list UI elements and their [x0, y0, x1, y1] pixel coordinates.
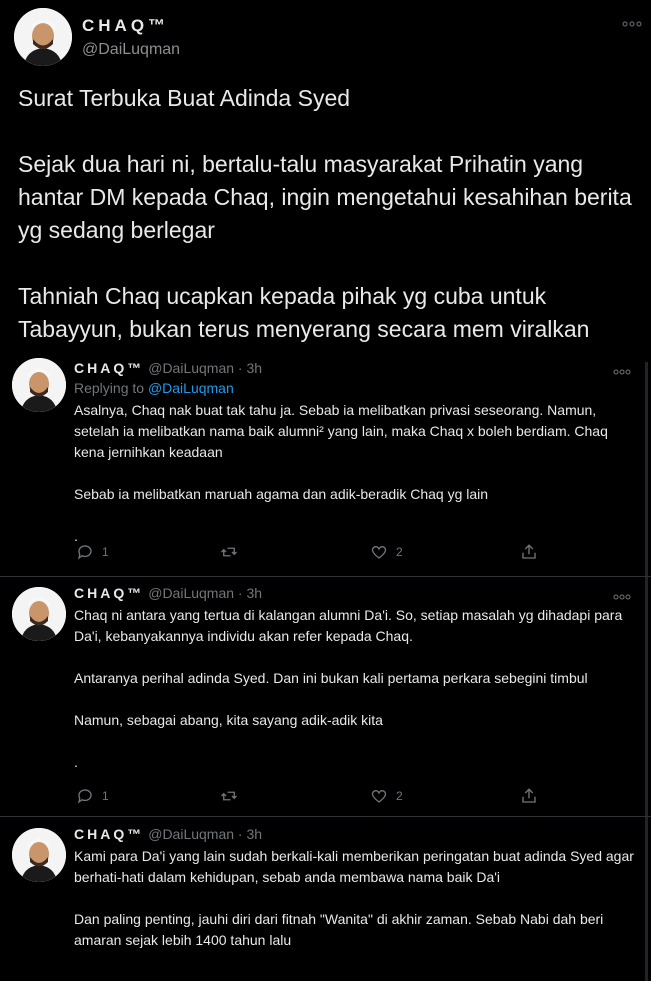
reply-avatar[interactable] [12, 587, 66, 641]
reply-paragraph: Asalnya, Chaq nak buat tak tahu ja. Seba… [74, 402, 608, 460]
main-tweet-header: CHAQ™ @DaiLuqman [14, 8, 644, 68]
more-dots-icon[interactable] [622, 14, 642, 30]
like-button[interactable]: 2 [370, 787, 403, 805]
reply-author-name[interactable]: CHAQ™ [74, 360, 144, 376]
reply-author-name[interactable]: CHAQ™ [74, 826, 144, 842]
reply-paragraph: . [74, 754, 78, 770]
reply-meta: @DaiLuqman · 3h [148, 826, 263, 842]
reply-paragraph: Chaq ni antara yang tertua di kalangan a… [74, 607, 623, 644]
retweet-button[interactable] [220, 787, 238, 805]
reply-tweet[interactable]: CHAQ™ @DaiLuqman · 3h Kami para Da'i yang… [0, 818, 651, 981]
author-avatar[interactable] [14, 8, 72, 66]
reply-text: Kami para Da'i yang lain sudah berkali-k… [74, 846, 634, 972]
share-icon [522, 788, 536, 803]
like-button[interactable]: 2 [370, 543, 403, 561]
heart-icon [371, 789, 387, 803]
reply-header: CHAQ™ @DaiLuqman · 3h [74, 585, 262, 601]
reply-actions: 1 2 [74, 787, 554, 807]
reply-tweet[interactable]: CHAQ™ @DaiLuqman · 3h Chaq ni antara yang… [0, 577, 651, 817]
reply-paragraph: Sebab ia melibatkan maruah agama dan adi… [74, 486, 489, 502]
reply-paragraph: Namun, sebagai abang, kita sayang adik-a… [74, 712, 383, 728]
reply-count: 1 [102, 789, 109, 803]
reply-actions: 1 2 [74, 543, 554, 563]
author-name[interactable]: CHAQ™ [82, 16, 169, 36]
share-button[interactable] [520, 787, 538, 805]
share-icon [522, 544, 536, 559]
replying-to: Replying to @DaiLuqman [74, 380, 234, 396]
retweet-icon [221, 791, 237, 801]
reply-header: CHAQ™ @DaiLuqman · 3h [74, 360, 262, 376]
reply-paragraph: Dan paling penting, jauhi diri dari fitn… [74, 911, 604, 948]
main-tweet-paragraph: Surat Terbuka Buat Adinda Syed [18, 85, 351, 111]
reply-button[interactable]: 1 [76, 787, 109, 805]
like-count: 2 [396, 789, 403, 803]
reply-count: 1 [102, 545, 109, 559]
reply-text: Chaq ni antara yang tertua di kalangan a… [74, 605, 634, 794]
like-count: 2 [396, 545, 403, 559]
heart-icon [371, 545, 387, 559]
share-button[interactable] [520, 543, 538, 561]
reply-paragraph: Kami para Da'i yang lain sudah berkali-k… [74, 848, 634, 885]
reply-meta: @DaiLuqman · 3h [148, 360, 263, 376]
reply-paragraph: Antaranya perihal adinda Syed. Dan ini b… [74, 670, 588, 686]
reply-bubble-icon [77, 789, 92, 804]
replying-to-prefix: Replying to [74, 380, 148, 396]
reply-header: CHAQ™ @DaiLuqman · 3h [74, 826, 262, 842]
main-tweet-paragraph: Tahniah Chaq ucapkan kepada pihak yg cub… [18, 283, 590, 342]
reply-author-name[interactable]: CHAQ™ [74, 585, 144, 601]
reply-avatar[interactable] [12, 828, 66, 882]
more-dots-icon[interactable] [613, 587, 631, 603]
reply-tweet[interactable]: CHAQ™ @DaiLuqman · 3h Replying to @DaiLuq… [0, 352, 651, 578]
divider [0, 816, 651, 817]
retweet-button[interactable] [220, 543, 238, 561]
reply-avatar[interactable] [12, 358, 66, 412]
retweet-icon [221, 547, 237, 557]
main-tweet-text: Surat Terbuka Buat Adinda Syed Sejak dua… [18, 82, 638, 379]
replying-to-mention[interactable]: @DaiLuqman [148, 380, 234, 396]
reply-bubble-icon [77, 545, 92, 560]
reply-meta: @DaiLuqman · 3h [148, 585, 263, 601]
main-tweet-paragraph: Sejak dua hari ni, bertalu-talu masyarak… [18, 151, 632, 243]
more-dots-icon[interactable] [613, 362, 631, 378]
reply-button[interactable]: 1 [76, 543, 109, 561]
author-handle[interactable]: @DaiLuqman [82, 41, 180, 59]
